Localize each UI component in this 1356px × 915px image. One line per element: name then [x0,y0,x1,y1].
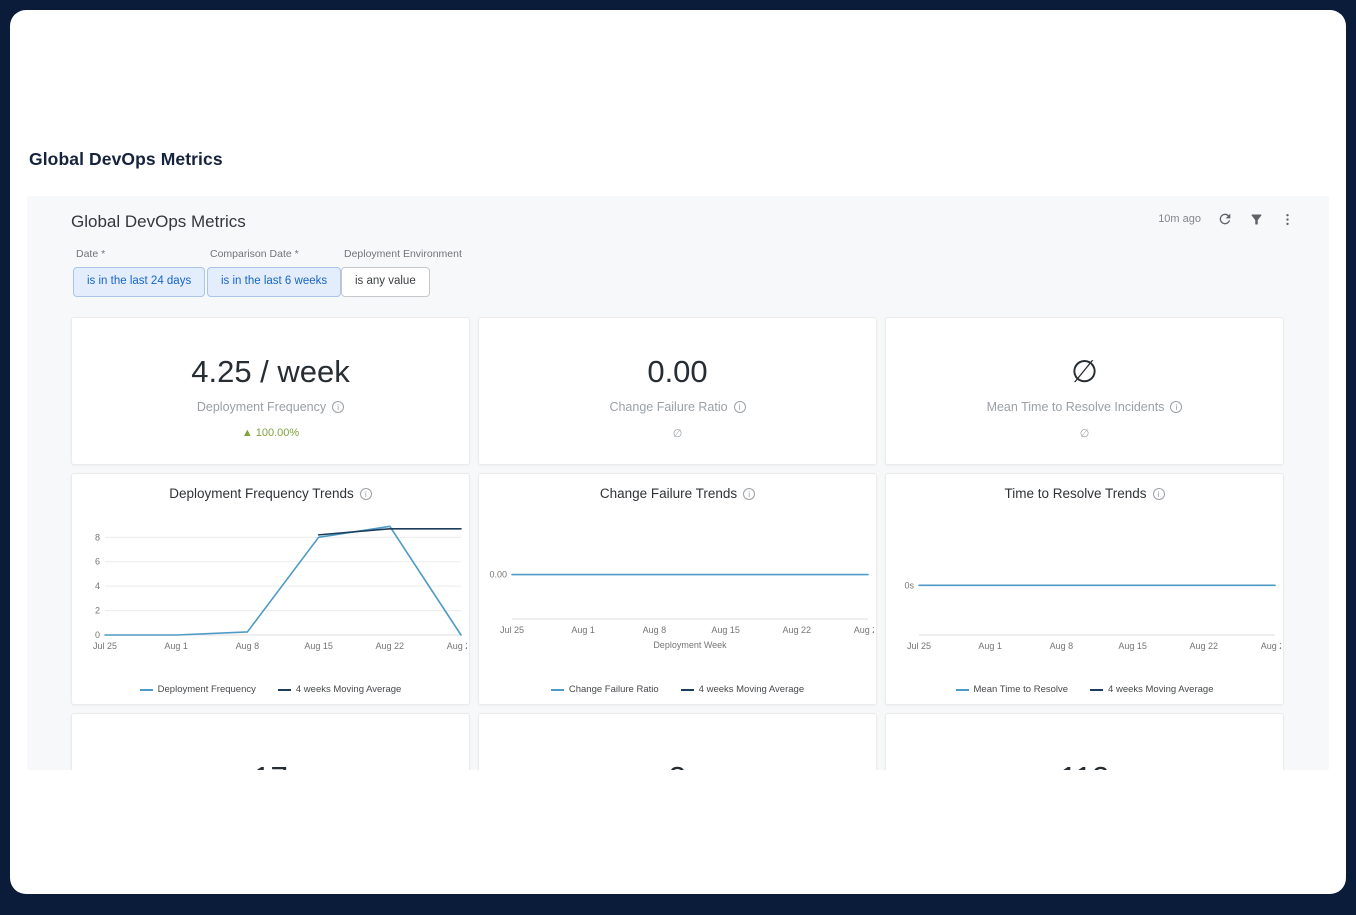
filter-label: Date * [76,248,205,260]
filter-label: Deployment Environment [344,248,462,260]
svg-text:Aug 15: Aug 15 [304,641,333,651]
kpi-label: Deployment Frequency [197,400,344,414]
kpi-delta: ▲ 100.00% [242,427,299,439]
legend-item[interactable]: Mean Time to Resolve [956,684,1069,695]
legend-item[interactable]: Change Failure Ratio [551,684,659,695]
svg-text:0: 0 [94,630,99,640]
legend-item[interactable]: 4 weeks Moving Average [681,684,804,695]
chart-legend: Deployment Frequency 4 weeks Moving Aver… [72,684,469,695]
svg-text:Aug 15: Aug 15 [711,625,740,635]
chart-tile-change-failure-trends: Change Failure Trends 0.00 Jul 25 Aug 1 Aug… [478,473,877,705]
kpi-tile-mean-time-to-resolve: ∅ Mean Time to Resolve Incidents ∅ [885,317,1284,465]
line-chart-time-to-resolve: 0s Jul 25 Aug 1 Aug 8 Aug 15 Aug 22 Aug 29 [889,505,1281,665]
svg-text:4: 4 [94,581,99,591]
svg-text:6: 6 [94,557,99,567]
svg-text:0.00: 0.00 [489,570,507,580]
svg-text:2: 2 [94,606,99,616]
kpi-value: 4.25 / week [191,354,350,390]
info-icon[interactable] [734,401,746,413]
kpi-value: 3 [669,760,686,770]
kpi-value: 112 [1060,760,1109,770]
kebab-menu-icon[interactable] [1280,212,1295,227]
info-icon[interactable] [332,401,344,413]
svg-text:Aug 29: Aug 29 [853,625,873,635]
chart-legend: Mean Time to Resolve 4 weeks Moving Aver… [886,684,1283,695]
filter-group-comparison-date: Comparison Date * is in the last 6 weeks [207,248,341,297]
svg-text:Aug 15: Aug 15 [1118,641,1147,651]
svg-text:8: 8 [94,532,99,542]
svg-text:Aug 1: Aug 1 [571,625,595,635]
svg-text:0s: 0s [904,580,914,590]
kpi-value: ∅ [1071,354,1098,390]
svg-text:Deployment Week: Deployment Week [653,640,727,650]
chart-tile-deployment-frequency-trends: Deployment Frequency Trends 0 2 4 6 8 Jul 25 A… [71,473,470,705]
legend-swatch [551,689,564,691]
kpi-delta: ∅ [673,427,683,440]
info-icon[interactable] [1170,401,1182,413]
filter-icon[interactable] [1249,212,1264,227]
last-refresh-label: 10m ago [1158,213,1201,225]
legend-item[interactable]: Deployment Frequency [140,684,256,695]
kpi-tile-change-failure-ratio: 0.00 Change Failure Ratio ∅ [478,317,877,465]
legend-swatch [1090,689,1103,691]
svg-text:Jul 25: Jul 25 [499,625,523,635]
refresh-icon[interactable] [1217,211,1233,227]
kpi-value: 0.00 [647,354,707,390]
kpi-tile-bottom-right: 112 [885,713,1284,770]
legend-swatch [140,689,153,691]
info-icon[interactable] [1153,488,1165,500]
chart-title: Deployment Frequency Trends [72,486,469,501]
filter-chip-deployment-environment[interactable]: is any value [341,267,430,297]
chart-title: Time to Resolve Trends [886,486,1283,501]
dashboard-title: Global DevOps Metrics [71,212,246,232]
legend-item[interactable]: 4 weeks Moving Average [1090,684,1213,695]
page-title: Global DevOps Metrics [29,149,223,170]
filter-chip-date[interactable]: is in the last 24 days [73,267,205,297]
kpi-tile-bottom-middle: 3 [478,713,877,770]
line-chart-deployment-frequency: 0 2 4 6 8 Jul 25 Aug 1 Aug 8 Aug 15 Aug 22 Aug 29 [75,505,467,665]
filter-chip-comparison-date[interactable]: is in the last 6 weeks [207,267,341,297]
info-icon[interactable] [743,488,755,500]
dashboard-controls: 10m ago [1158,211,1295,227]
svg-text:Aug 22: Aug 22 [782,625,811,635]
chart-tile-time-to-resolve-trends: Time to Resolve Trends 0s Jul 25 Aug 1 Aug … [885,473,1284,705]
svg-text:Aug 22: Aug 22 [1189,641,1218,651]
dashboard-panel: Global DevOps Metrics 10m ago Date * is … [27,196,1329,770]
svg-text:Aug 1: Aug 1 [164,641,188,651]
kpi-value: 17 [253,760,287,770]
svg-text:Aug 29: Aug 29 [446,641,466,651]
line-chart-change-failure: 0.00 Jul 25 Aug 1 Aug 8 Aug 15 Aug 22 Aug 29 De… [482,505,874,665]
svg-text:Aug 29: Aug 29 [1260,641,1280,651]
chart-title: Change Failure Trends [479,486,876,501]
svg-text:Aug 8: Aug 8 [235,641,259,651]
legend-swatch [681,689,694,691]
filter-group-date: Date * is in the last 24 days [73,248,205,297]
svg-text:Jul 25: Jul 25 [92,641,116,651]
svg-text:Aug 8: Aug 8 [642,625,666,635]
svg-text:Aug 8: Aug 8 [1049,641,1073,651]
app-window: Global DevOps Metrics Global DevOps Metr… [10,10,1346,894]
filter-group-deployment-environment: Deployment Environment is any value [341,248,462,297]
kpi-delta: ∅ [1080,427,1090,440]
legend-swatch [956,689,969,691]
svg-text:Aug 1: Aug 1 [978,641,1002,651]
kpi-tile-bottom-left: 17 [71,713,470,770]
kpi-label: Change Failure Ratio [609,400,745,414]
svg-text:Aug 22: Aug 22 [375,641,404,651]
kpi-tile-deployment-frequency: 4.25 / week Deployment Frequency ▲ 100.0… [71,317,470,465]
legend-item[interactable]: 4 weeks Moving Average [278,684,401,695]
info-icon[interactable] [360,488,372,500]
legend-swatch [278,689,291,691]
chart-legend: Change Failure Ratio 4 weeks Moving Aver… [479,684,876,695]
svg-text:Jul 25: Jul 25 [906,641,930,651]
kpi-label: Mean Time to Resolve Incidents [987,400,1183,414]
filter-label: Comparison Date * [210,248,341,260]
